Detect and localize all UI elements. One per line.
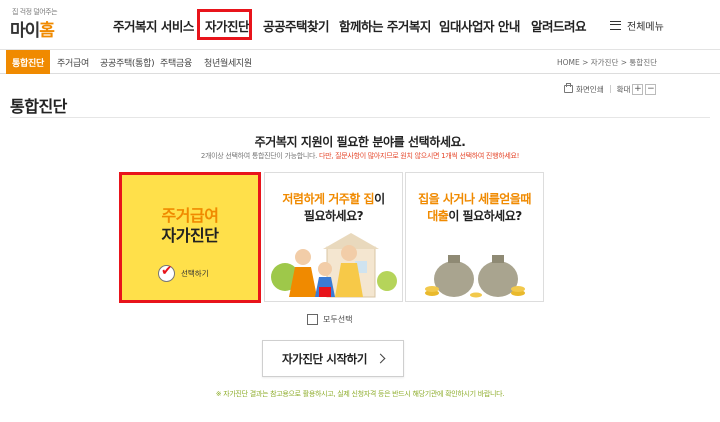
page-title: 통합진단 <box>10 97 67 116</box>
start-diagnosis-label: 자가진단 시작하기 <box>281 351 368 366</box>
question-title: 주거복지 지원이 필요한 분야를 선택하세요. <box>254 135 466 149</box>
start-diagnosis-button[interactable]: 자가진단 시작하기 <box>262 340 404 377</box>
gnb-notices[interactable]: 알려드려요 <box>531 0 587 50</box>
divider <box>10 117 710 118</box>
tab-integrated-diagnosis[interactable]: 통합진단 <box>6 50 50 74</box>
chevron-right-icon <box>375 353 386 364</box>
card-heading: 저렴하게 거주할 집이 필요하세요? <box>265 191 402 225</box>
print-button[interactable]: 화면인쇄 <box>576 84 604 95</box>
money-bags-illustration <box>425 255 525 298</box>
logo-name-b: 홈 <box>39 21 55 41</box>
gnb-housing-welfare-service[interactable]: 주거복지 서비스 <box>113 0 194 50</box>
sub-navigation: 통합진단 주거급여 공공주택(통합) 주택금융 청년월세지원 HOME > 자가… <box>0 50 720 74</box>
tab-youth-rent-support[interactable]: 청년월세지원 <box>204 50 252 74</box>
card-heading-emph: 대출 <box>427 209 449 223</box>
zoom-in-button[interactable]: + <box>632 83 644 95</box>
checkbox-icon <box>307 314 318 325</box>
card-heading-text: 저렴하게 거주할 <box>282 192 364 206</box>
divider <box>609 85 611 93</box>
tab-housing-finance[interactable]: 주택금융 <box>160 50 192 74</box>
checkmark-icon <box>158 263 175 282</box>
select-label: 선택하기 <box>181 269 209 278</box>
selection-notice: 2개이상 선택하여 통합진단이 가능합니다. 다만, 질문사항이 많아지므로 원… <box>0 151 720 161</box>
all-menu-label: 전체메뉴 <box>627 21 664 33</box>
all-menu-button[interactable]: 전체메뉴 <box>610 0 664 50</box>
card-title-line2: 자가진단 <box>161 226 219 245</box>
logo-name-a: 마이 <box>10 21 40 41</box>
gnb-together-welfare[interactable]: 함께하는 주거복지 <box>339 0 431 50</box>
tab-housing-benefit[interactable]: 주거급여 <box>57 50 89 74</box>
family-house-illustration <box>271 233 397 298</box>
zoom-label: 확대 <box>616 84 631 94</box>
disclaimer-note: ※ 자가진단 결과는 참고용으로 활용하시고, 실제 신청자격 등은 반드시 해… <box>215 390 505 398</box>
option-card-housing-loan[interactable]: 집을 사거나 세를얻을때 대출이 필요하세요? <box>405 172 544 302</box>
card-heading-emph: 집을 사거나 세를얻을때 <box>418 192 531 206</box>
option-card-public-housing[interactable]: 저렴하게 거주할 집이 필요하세요? <box>264 172 403 302</box>
zoom-out-button[interactable]: − <box>645 83 657 95</box>
select-all-label: 모두선택 <box>323 315 353 324</box>
gnb-rental-business-guide[interactable]: 임대사업자 안내 <box>439 0 520 50</box>
card-heading-emph: 집 <box>363 192 375 206</box>
print-icon <box>564 83 573 93</box>
tab-public-housing[interactable]: 공공주택(통합) <box>100 50 155 74</box>
card-heading-text: 이 필요하세요? <box>448 209 522 223</box>
option-card-housing-benefit[interactable]: 주거급여 자가진단 선택하기 <box>119 172 261 303</box>
highlight-box <box>197 9 252 40</box>
breadcrumb: HOME > 자가진단 > 통합진단 <box>556 57 657 67</box>
card-select-check[interactable]: 선택하기 <box>158 263 209 282</box>
header: 집 걱정 덜어주는 마이홈 주거복지 서비스 자가진단 공공주택찾기 함께하는 … <box>0 0 720 50</box>
logo-name: 마이홈 <box>10 16 55 41</box>
notice-warning: 다만, 질문사항이 많아지므로 원치 않으시면 1개씩 선택하여 진행하세요! <box>319 152 520 160</box>
select-all-checkbox[interactable]: 모두선택 <box>307 314 352 325</box>
notice-text: 2개이상 선택하여 통합진단이 가능합니다. <box>200 152 318 160</box>
gnb-public-housing-search[interactable]: 공공주택찾기 <box>263 0 330 50</box>
hamburger-icon <box>610 20 621 30</box>
card-heading: 집을 사거나 세를얻을때 대출이 필요하세요? <box>406 191 543 225</box>
page-tools: 화면인쇄 확대 + − <box>564 82 657 96</box>
card-heading-text: 필요하세요? <box>303 209 364 223</box>
logo[interactable]: 집 걱정 덜어주는 마이홈 <box>10 7 70 41</box>
card-heading-text: 이 <box>374 192 385 206</box>
